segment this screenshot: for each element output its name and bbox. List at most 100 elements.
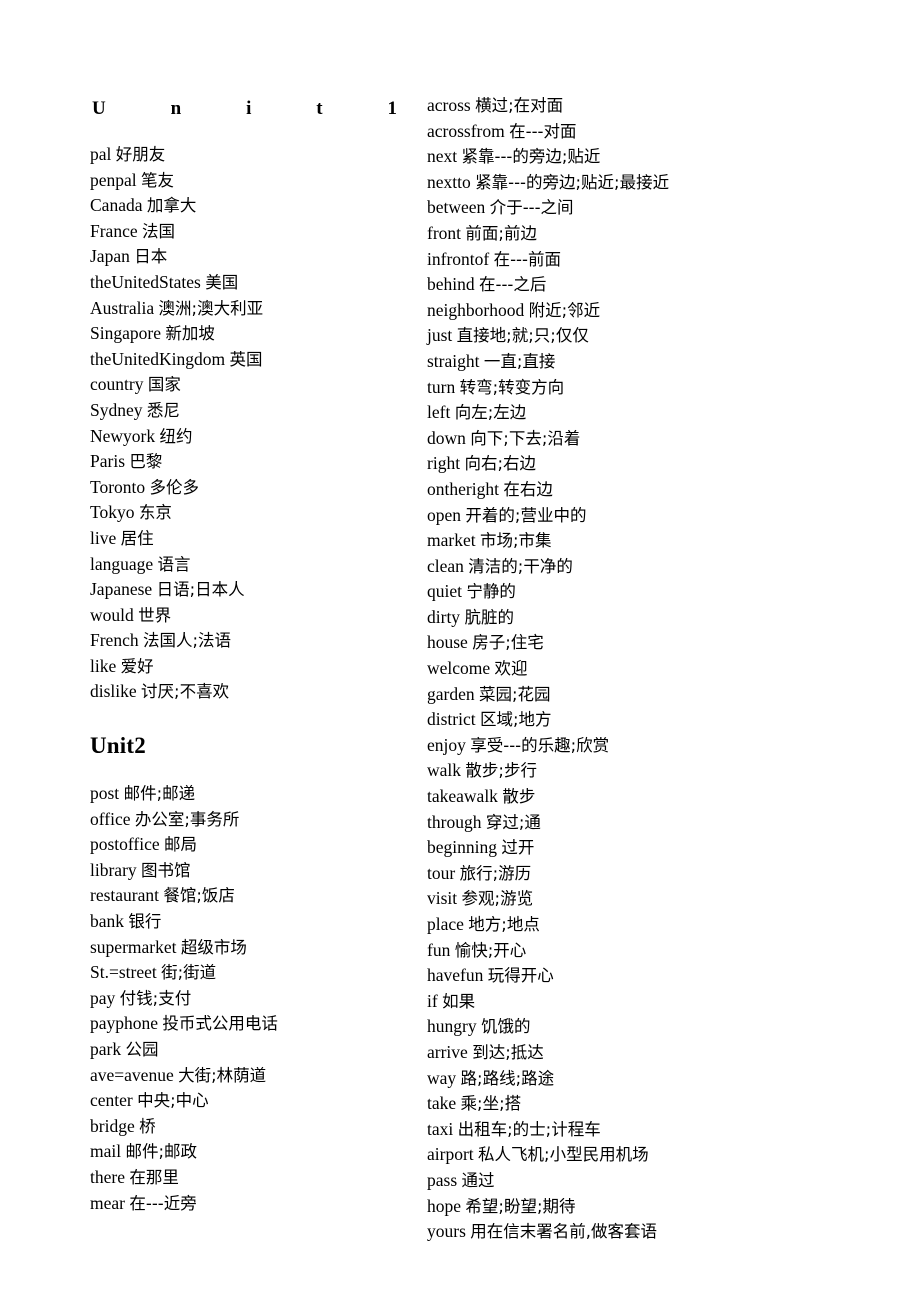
vocab-gloss: 邮件;邮递 (123, 784, 196, 804)
vocab-term: nextto (427, 171, 471, 192)
vocab-term: theUnitedStates (90, 271, 201, 292)
vocab-term: Japan (90, 246, 130, 267)
vocab-gloss: 讨厌;不喜欢 (141, 682, 230, 702)
vocab-entry: hope 希望;盼望;期待 (427, 1194, 847, 1220)
vocab-gloss: 在---之后 (479, 275, 547, 295)
vocab-term: takeawalk (427, 786, 498, 807)
vocab-gloss: 英国 (229, 349, 263, 369)
vocab-entry: beginning 过开 (427, 835, 847, 861)
vocab-term: right (427, 453, 461, 474)
vocab-term: bridge (90, 1115, 135, 1136)
vocab-term: St.=street (90, 962, 157, 983)
vocab-gloss: 散步;步行 (465, 761, 537, 781)
vocab-entry: bridge 桥 (90, 1114, 410, 1140)
vocab-gloss: 加拿大 (146, 196, 197, 216)
vocab-entry: market 市场;市集 (427, 528, 847, 554)
vocab-gloss: 介于---之间 (489, 198, 574, 218)
vocab-entry: bank 银行 (90, 909, 410, 935)
vocab-gloss: 享受---的乐趣;欣赏 (470, 735, 610, 755)
vocab-entry: place 地方;地点 (427, 912, 847, 938)
vocab-entry: down 向下;下去;沿着 (427, 426, 847, 452)
vocab-gloss: 宁静的 (466, 582, 516, 602)
vocab-entry: airport 私人飞机;小型民用机场 (427, 1142, 847, 1168)
vocab-gloss: 清洁的;干净的 (468, 556, 573, 576)
vocab-term: market (427, 530, 476, 551)
spacer-after-unit1-title (90, 124, 410, 142)
vocab-term: center (90, 1090, 133, 1111)
vocab-gloss: 中央;中心 (137, 1091, 209, 1111)
vocab-entry: library 图书馆 (90, 858, 410, 884)
vocab-gloss: 街;街道 (161, 963, 217, 983)
vocab-term: across (427, 95, 471, 115)
vocab-entry: Paris 巴黎 (90, 449, 410, 475)
vocab-term: quiet (427, 581, 462, 602)
vocab-term: fun (427, 939, 451, 960)
vocab-term: postoffice (90, 834, 160, 855)
vocab-term: neighborhood (427, 299, 525, 320)
vocab-gloss: 向下;下去;沿着 (470, 428, 581, 448)
vocab-term: clean (427, 555, 464, 576)
vocab-entry: yours 用在信末署名前,做客套语 (427, 1219, 847, 1245)
vocab-gloss: 桥 (139, 1116, 156, 1136)
vocab-term: through (427, 811, 482, 832)
unit2-vocab-list: post 邮件;邮递 office 办公室;事务所 postoffice 邮局 lib… (90, 781, 410, 1216)
vocab-entry: front 前面;前边 (427, 221, 847, 247)
vocab-gloss: 日语;日本人 (156, 580, 245, 600)
vocab-term: French (90, 630, 139, 651)
vocab-entry: just 直接地;就;只;仅仅 (427, 323, 847, 349)
vocab-entry: neighborhood 附近;邻近 (427, 298, 847, 324)
vocab-gloss: 在---前面 (493, 249, 561, 269)
vocab-gloss: 办公室;事务所 (134, 809, 240, 829)
vocab-entry: country 国家 (90, 372, 410, 398)
vocab-entry: straight 一直;直接 (427, 349, 847, 375)
vocab-entry: French 法国人;法语 (90, 628, 410, 654)
vocab-entry: office 办公室;事务所 (90, 807, 410, 833)
vocab-gloss: 世界 (138, 605, 172, 625)
vocab-gloss: 在---对面 (509, 121, 577, 141)
vocab-gloss: 悉尼 (146, 400, 180, 420)
vocab-gloss: 菜园;花园 (479, 684, 551, 704)
vocab-gloss: 饥饿的 (480, 1017, 531, 1037)
vocab-gloss: 银行 (128, 912, 162, 932)
vocab-gloss: 肮脏的 (464, 607, 514, 627)
vocab-gloss: 路;路线;路途 (460, 1068, 555, 1088)
vocab-gloss: 乘;坐;搭 (460, 1094, 522, 1114)
vocab-term: way (427, 1067, 457, 1088)
vocab-term: down (427, 427, 466, 448)
vocab-gloss: 希望;盼望;期待 (465, 1196, 576, 1216)
vocab-gloss: 欢迎 (494, 659, 528, 679)
vocab-gloss: 美国 (205, 272, 239, 292)
vocab-term: havefun (427, 965, 484, 986)
vocab-entry: pass 通过 (427, 1168, 847, 1194)
vocab-entry: tour 旅行;游历 (427, 861, 847, 887)
vocab-entry: open 开着的;营业中的 (427, 503, 847, 529)
vocab-term: France (90, 220, 138, 241)
vocab-term: office (90, 808, 131, 829)
vocab-entry: walk 散步;步行 (427, 758, 847, 784)
vocab-gloss: 在右边 (503, 479, 553, 499)
vocab-gloss: 法国人;法语 (142, 631, 232, 651)
vocab-term: tour (427, 862, 456, 883)
vocab-entry: pal 好朋友 (90, 142, 410, 168)
right-column: across 横过;在对面 acrossfrom 在---对面 next 紧靠---… (427, 93, 847, 1245)
vocab-term: ontheright (427, 478, 499, 499)
vocab-gloss: 前面;前边 (465, 223, 537, 243)
document-page: U n i t 1 pal 好朋友 penpal 笔友 Canada 加拿大 Fran… (0, 0, 920, 1302)
vocab-term: place (427, 914, 464, 934)
vocab-gloss: 纽约 (159, 426, 193, 446)
vocab-term: open (427, 504, 462, 525)
vocab-entry: center 中央;中心 (90, 1088, 410, 1114)
vocab-entry: ontheright 在右边 (427, 477, 847, 503)
vocab-entry: acrossfrom 在---对面 (427, 119, 847, 145)
vocab-term: there (90, 1166, 125, 1187)
vocab-gloss: 过开 (501, 838, 535, 858)
vocab-term: dislike (90, 681, 137, 702)
vocab-entry: theUnitedKingdom 英国 (90, 347, 410, 373)
vocab-gloss: 澳洲;澳大利亚 (158, 298, 264, 318)
vocab-gloss: 在---近旁 (129, 1193, 197, 1213)
vocab-entry: Singapore 新加坡 (90, 321, 410, 347)
vocab-gloss: 国家 (147, 375, 181, 395)
vocab-term: house (427, 632, 468, 653)
vocab-gloss: 玩得开心 (487, 966, 554, 986)
vocab-gloss: 餐馆;饭店 (163, 886, 235, 906)
